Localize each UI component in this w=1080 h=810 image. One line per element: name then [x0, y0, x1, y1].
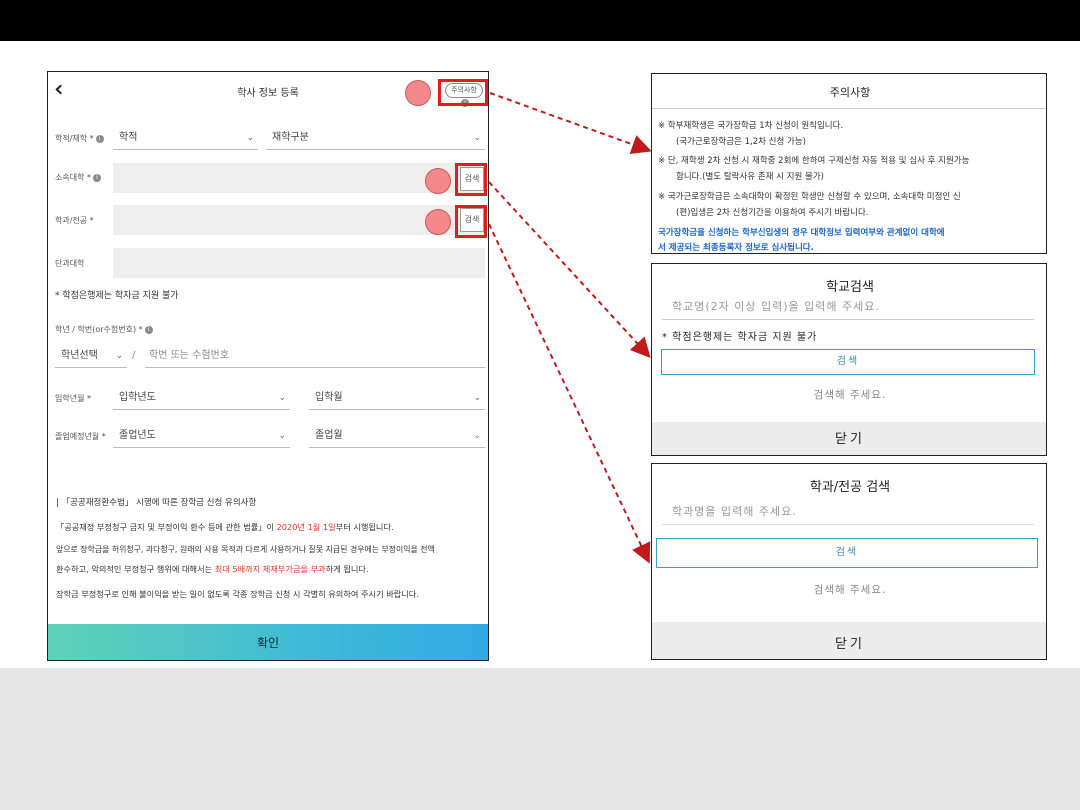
arrow-to-major-search [488, 223, 651, 564]
connector-arrows [488, 92, 652, 564]
arrow-to-school-search [488, 181, 651, 358]
arrow-to-caution [489, 92, 652, 154]
